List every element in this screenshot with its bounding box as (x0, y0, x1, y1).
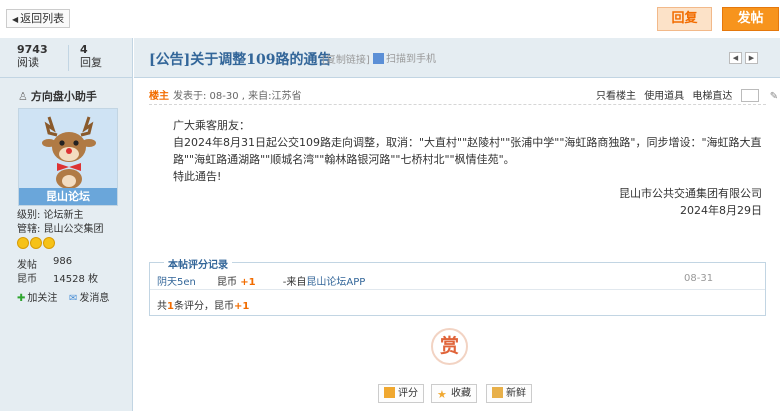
coins-label: 昆币 (17, 274, 37, 285)
author-role: 管辖: 昆山公交集团 (17, 224, 104, 235)
replies-label: 回复 (80, 56, 102, 69)
pencil-icon[interactable]: ✎ (770, 91, 778, 102)
fresh-icon (492, 387, 503, 398)
top-bar: ◀ 返回列表 回复 发帖 (0, 0, 780, 37)
summary-mid: 条评分，昆币 (173, 301, 234, 312)
fresh-label: 新鲜 (506, 388, 526, 399)
rate-button[interactable]: 评分 (378, 384, 424, 403)
thread-stats: 9743 阅读 4 回复 (0, 38, 133, 78)
summary-points: +1 (233, 301, 250, 312)
author-name[interactable]: ♙ 方向盘小助手 (18, 88, 97, 104)
follow-label: 加关注 (27, 293, 58, 304)
smiley-medal-icon (17, 237, 29, 249)
rating-row: 阴天5en 昆币 +1 -来自昆山论坛APP 08-31 (157, 273, 757, 288)
post-body: 广大乘客朋友： 自2024年8月31日起公交109路走向调整，取消："大直村""… (149, 117, 766, 185)
reindeer-avatar-icon (42, 116, 96, 189)
user-icon: ♙ (18, 90, 28, 103)
thumb-icon (384, 387, 395, 398)
only-op-link[interactable]: 只看楼主 (596, 91, 636, 102)
copy-link-button[interactable]: [复制链接] (322, 51, 370, 66)
jump-to-floor-label: 电梯直达 (692, 91, 733, 102)
rating-field: 昆币 (217, 277, 238, 288)
arrow-left-icon: ◀ (12, 15, 19, 24)
next-thread-button[interactable]: ▶ (745, 52, 758, 64)
op-badge: 楼主 (149, 91, 169, 102)
medals (17, 237, 56, 252)
rating-legend: 本帖评分记录 (164, 256, 232, 271)
thread-title-bar: [公告]关于调整109路的通告 [复制链接] 扫描到手机 ◀ ▶ (134, 38, 780, 78)
message-label: 发消息 (79, 293, 110, 304)
floor-number-input[interactable] (740, 89, 759, 102)
prev-thread-button[interactable]: ◀ (729, 52, 742, 64)
thread-title: [公告]关于调整109路的通告 (149, 52, 332, 68)
avatar[interactable]: 昆山论坛 (18, 108, 118, 206)
signing-date: 2024年8月29日 (680, 204, 762, 217)
summary-count: 1 (167, 301, 174, 312)
new-post-button[interactable]: 发帖 (722, 7, 779, 31)
chevron-left-icon: ◀ (732, 54, 739, 62)
views-count: 9743 (17, 43, 48, 56)
views-stat: 9743 阅读 (17, 43, 48, 69)
favorite-label: 收藏 (451, 388, 471, 399)
message-button[interactable]: ✉ 发消息 (69, 289, 109, 304)
post-meta: 楼主 发表于: 08-30 , 来自:江苏省 (149, 87, 302, 102)
star-icon: ★ (437, 388, 447, 401)
rater-name[interactable]: 阴天5en (157, 277, 196, 288)
smiley-medal-icon (43, 237, 55, 249)
signing-org: 昆山市公共交通集团有限公司 (619, 187, 762, 200)
author-level: 级别: 论坛新主 (17, 210, 84, 221)
posts-value: 986 (53, 256, 73, 267)
divider (149, 104, 766, 105)
avatar-caption: 昆山论坛 (19, 188, 117, 205)
author-sidebar: 9743 阅读 4 回复 ♙方向盘小助手 昆山论坛 级别: 论坛新主 管辖: (0, 38, 133, 411)
chevron-right-icon: ▶ (748, 54, 755, 62)
rating-record: 本帖评分记录 阴天5en 昆币 +1 -来自昆山论坛APP 08-31 共1条评… (149, 256, 766, 316)
rating-source-link[interactable]: 昆山论坛APP (306, 277, 365, 288)
author-name-label: 方向盘小助手 (30, 90, 97, 103)
envelope-icon: ✉ (69, 293, 78, 304)
qr-code-icon (373, 53, 384, 64)
follow-button[interactable]: ✚ 加关注 (17, 289, 57, 304)
posts-row: 发帖 986 (17, 256, 72, 271)
rating-points: +1 (240, 277, 256, 288)
scan-to-phone-button[interactable]: 扫描到手机 (373, 50, 436, 65)
rating-summary: 共1条评分，昆币+1 (157, 297, 249, 312)
rate-label: 评分 (398, 388, 418, 399)
post-date-source: 发表于: 08-30 , 来自:江苏省 (173, 91, 302, 102)
fresh-button[interactable]: 新鲜 (486, 384, 532, 403)
replies-count: 4 (80, 43, 88, 56)
rating-date: 08-31 (684, 273, 714, 284)
use-item-link[interactable]: 使用道具 (644, 91, 684, 102)
back-to-list-label: 返回列表 (20, 12, 65, 25)
scan-label: 扫描到手机 (386, 54, 436, 65)
rating-divider (150, 289, 765, 290)
announcement-paragraph: 自2024年8月31日起公交109路走向调整，取消："大直村""赵陵村""张浦中… (173, 136, 762, 166)
post-tools: 只看楼主 使用道具 电梯直达 ✎ (596, 87, 780, 102)
rating-source-prefix: -来自 (282, 277, 307, 288)
smiley-medal-icon (30, 237, 42, 249)
summary-prefix: 共 (157, 301, 167, 312)
stats-divider (68, 45, 69, 71)
coins-row: 昆币 14528 枚 (17, 270, 98, 285)
favorite-button[interactable]: ★ 收藏 (431, 384, 477, 403)
reply-button[interactable]: 回复 (657, 7, 712, 31)
plus-icon: ✚ (17, 293, 26, 304)
coins-value: 14528 枚 (53, 274, 98, 285)
back-to-list-button[interactable]: ◀ 返回列表 (6, 9, 71, 28)
reward-button[interactable]: 赏 (431, 328, 468, 365)
closing: 特此通告! (173, 170, 222, 183)
replies-stat: 4 回复 (80, 43, 102, 69)
greeting: 广大乘客朋友： (173, 119, 250, 132)
views-label: 阅读 (17, 56, 39, 69)
